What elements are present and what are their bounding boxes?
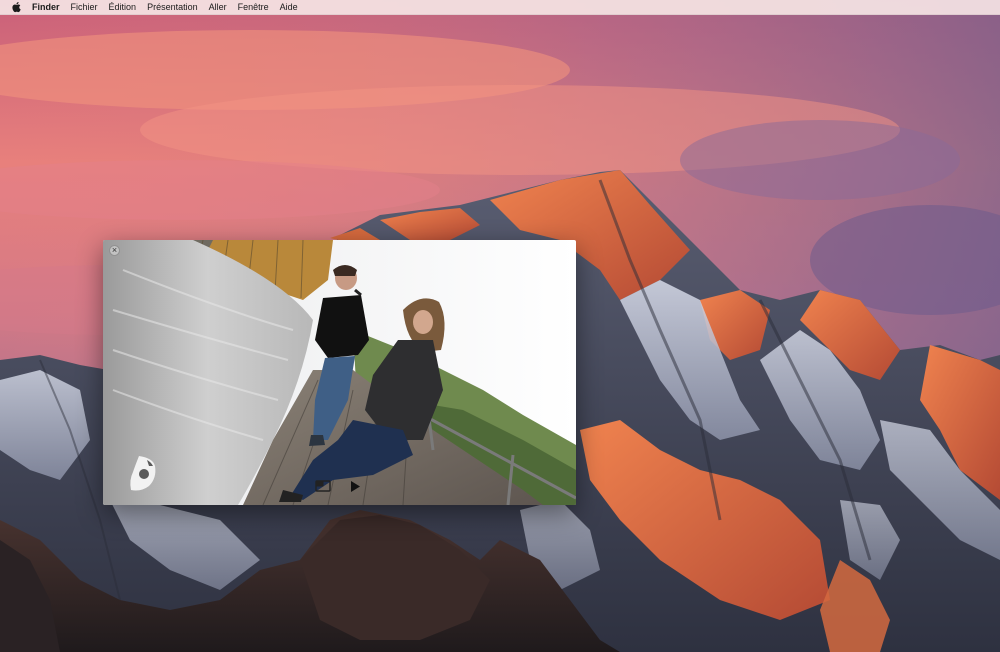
menu-fichier[interactable]: Fichier — [71, 0, 98, 14]
apple-logo-icon[interactable] — [11, 1, 23, 13]
play-button[interactable] — [347, 478, 363, 494]
video-frame — [103, 240, 576, 505]
video-player-window[interactable]: × — [103, 240, 576, 505]
menu-aide[interactable]: Aide — [280, 0, 298, 14]
picture-in-picture-icon — [315, 480, 331, 492]
close-icon: × — [111, 245, 118, 255]
app-logo-icon — [130, 456, 156, 491]
menu-bar: Finder Fichier Édition Présentation Alle… — [0, 0, 1000, 15]
menu-aller[interactable]: Aller — [209, 0, 227, 14]
picture-in-picture-button[interactable] — [313, 478, 333, 494]
menu-edition[interactable]: Édition — [109, 0, 137, 14]
close-button[interactable]: × — [109, 245, 120, 256]
menu-fenetre[interactable]: Fenêtre — [238, 0, 269, 14]
play-icon — [351, 480, 360, 492]
menu-presentation[interactable]: Présentation — [147, 0, 198, 14]
menu-finder[interactable]: Finder — [32, 0, 60, 14]
